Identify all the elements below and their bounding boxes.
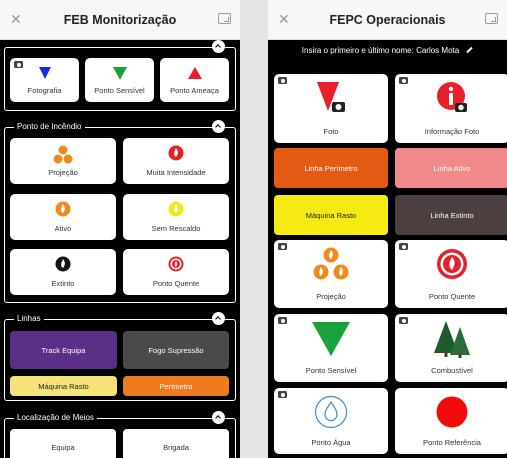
collapse-resources-icon[interactable] bbox=[212, 411, 225, 424]
ponto-quente-tile[interactable]: Ponto Quente bbox=[395, 240, 507, 308]
camera-icon bbox=[399, 243, 408, 250]
fotografia-label: Fotografia bbox=[27, 86, 62, 95]
ponto-quente-button[interactable]: Ponto Quente bbox=[123, 249, 229, 295]
ponto-quente-label: Ponto Quente bbox=[152, 279, 200, 288]
foto-label: Foto bbox=[323, 127, 339, 136]
fire-group-title: Ponto de Incêndio bbox=[14, 122, 85, 132]
red-triangle-camera-icon bbox=[317, 82, 345, 112]
resources-group-title: Localização de Meios bbox=[14, 413, 97, 423]
feb-monitorizacao-panel: ✕ FEB Monitorização Fotografia Ponto Sen… bbox=[0, 0, 240, 458]
sem-rescaldo-label: Sem Rescaldo bbox=[151, 224, 201, 233]
informacao-foto-label: Informação Foto bbox=[424, 127, 480, 136]
ativo-label: Ativo bbox=[54, 224, 72, 233]
camera-icon bbox=[399, 77, 408, 84]
triple-flame-icon bbox=[53, 145, 73, 164]
linha-ativo-button[interactable]: Linha Ativo bbox=[395, 148, 507, 188]
info-camera-icon bbox=[437, 82, 467, 112]
fepc-operacionais-panel: ✕ FEPC Operacionais Insira o primeiro e … bbox=[268, 0, 507, 458]
ponto-sensivel-tile[interactable]: Ponto Sensível bbox=[274, 314, 388, 382]
black-flame-icon bbox=[55, 256, 71, 272]
blue-triangle-icon bbox=[38, 67, 51, 79]
track-equipa-button[interactable]: Track Equipa bbox=[10, 331, 117, 369]
close-icon[interactable]: ✕ bbox=[278, 11, 290, 27]
fotografia-button[interactable]: Fotografia bbox=[10, 58, 79, 102]
foto-tile[interactable]: Foto bbox=[274, 74, 388, 143]
tree-icon bbox=[434, 321, 470, 358]
muita-intensidade-label: Muita Intensidade bbox=[146, 168, 206, 177]
ponto-agua-tile[interactable]: Ponto Água bbox=[274, 388, 388, 454]
green-triangle-icon bbox=[112, 67, 127, 80]
lines-group-title: Linhas bbox=[14, 314, 44, 324]
ponto-sensivel-tile-label: Ponto Sensível bbox=[305, 366, 357, 375]
maquina-rasto-tile[interactable]: Máquina Rasto bbox=[274, 195, 388, 235]
hotspot-icon bbox=[437, 249, 467, 279]
fogo-supressao-button[interactable]: Fogo Supressão bbox=[123, 331, 229, 369]
pencil-icon[interactable] bbox=[466, 46, 473, 54]
close-icon[interactable]: ✕ bbox=[10, 11, 22, 27]
yellow-flame-icon bbox=[168, 201, 184, 217]
linha-extinto-button[interactable]: Linha Extinto bbox=[395, 195, 507, 235]
perimetro-button[interactable]: Perímetro bbox=[123, 376, 229, 396]
projecao-tile[interactable]: Projeção bbox=[274, 240, 388, 308]
projecao-button[interactable]: Projeção bbox=[10, 138, 116, 184]
combustivel-tile[interactable]: Combustível bbox=[395, 314, 507, 382]
collapse-top-icon[interactable] bbox=[212, 40, 225, 53]
water-drop-icon bbox=[314, 395, 348, 429]
equipa-button[interactable]: Equipa bbox=[10, 429, 116, 458]
camera-icon bbox=[14, 61, 23, 68]
name-prompt[interactable]: Insira o primeiro e último nome: Carlos … bbox=[268, 40, 507, 60]
resize-icon[interactable] bbox=[485, 13, 498, 24]
extinto-button[interactable]: Extinto bbox=[10, 249, 116, 295]
combustivel-label: Combustível bbox=[431, 366, 473, 375]
ativo-button[interactable]: Ativo bbox=[10, 194, 116, 240]
red-dot-icon bbox=[436, 396, 468, 428]
camera-icon bbox=[278, 317, 287, 324]
projecao-tile-label: Projeção bbox=[316, 292, 346, 301]
orange-flame-icon bbox=[55, 201, 71, 217]
maquina-rasto-button[interactable]: Máquina Rasto bbox=[10, 376, 117, 396]
ponto-referencia-label: Ponto Referência bbox=[423, 438, 481, 447]
ponto-sensivel-label: Ponto Sensível bbox=[94, 86, 145, 95]
camera-icon bbox=[278, 391, 287, 398]
name-prompt-text: Insira o primeiro e último nome: Carlos … bbox=[301, 45, 460, 55]
red-triangle-icon bbox=[187, 67, 202, 79]
ponto-ameaca-button[interactable]: Ponto Ameaça bbox=[160, 58, 229, 102]
camera-icon bbox=[278, 77, 287, 84]
collapse-fire-icon[interactable] bbox=[212, 120, 225, 133]
red-flame-icon bbox=[168, 145, 184, 161]
page-title: FEB Monitorização bbox=[63, 12, 177, 27]
brigada-button[interactable]: Brigada bbox=[123, 429, 229, 458]
hotspot-icon bbox=[168, 256, 184, 272]
informacao-foto-tile[interactable]: Informação Foto bbox=[395, 74, 507, 143]
right-titlebar: ✕ FEPC Operacionais bbox=[268, 0, 507, 40]
page-title: FEPC Operacionais bbox=[329, 12, 446, 27]
camera-icon bbox=[278, 243, 287, 250]
ponto-ameaca-label: Ponto Ameaça bbox=[170, 86, 219, 95]
linha-perimetro-button[interactable]: Linha Perímetro bbox=[274, 148, 388, 188]
muita-intensidade-button[interactable]: Muita Intensidade bbox=[123, 138, 229, 184]
collapse-lines-icon[interactable] bbox=[212, 312, 225, 325]
projecao-label: Projeção bbox=[48, 168, 78, 177]
left-titlebar: ✕ FEB Monitorização bbox=[0, 0, 240, 40]
ponto-referencia-tile[interactable]: Ponto Referência bbox=[395, 388, 507, 454]
sem-rescaldo-button[interactable]: Sem Rescaldo bbox=[123, 194, 229, 240]
ponto-sensivel-button[interactable]: Ponto Sensível bbox=[85, 58, 154, 102]
ponto-agua-label: Ponto Água bbox=[311, 438, 351, 447]
resize-icon[interactable] bbox=[218, 13, 231, 24]
green-triangle-icon bbox=[312, 322, 350, 356]
triple-flame-icon bbox=[313, 247, 349, 280]
camera-icon bbox=[399, 317, 408, 324]
extinto-label: Extinto bbox=[51, 279, 75, 288]
ponto-quente-tile-label: Ponto Quente bbox=[428, 292, 476, 301]
